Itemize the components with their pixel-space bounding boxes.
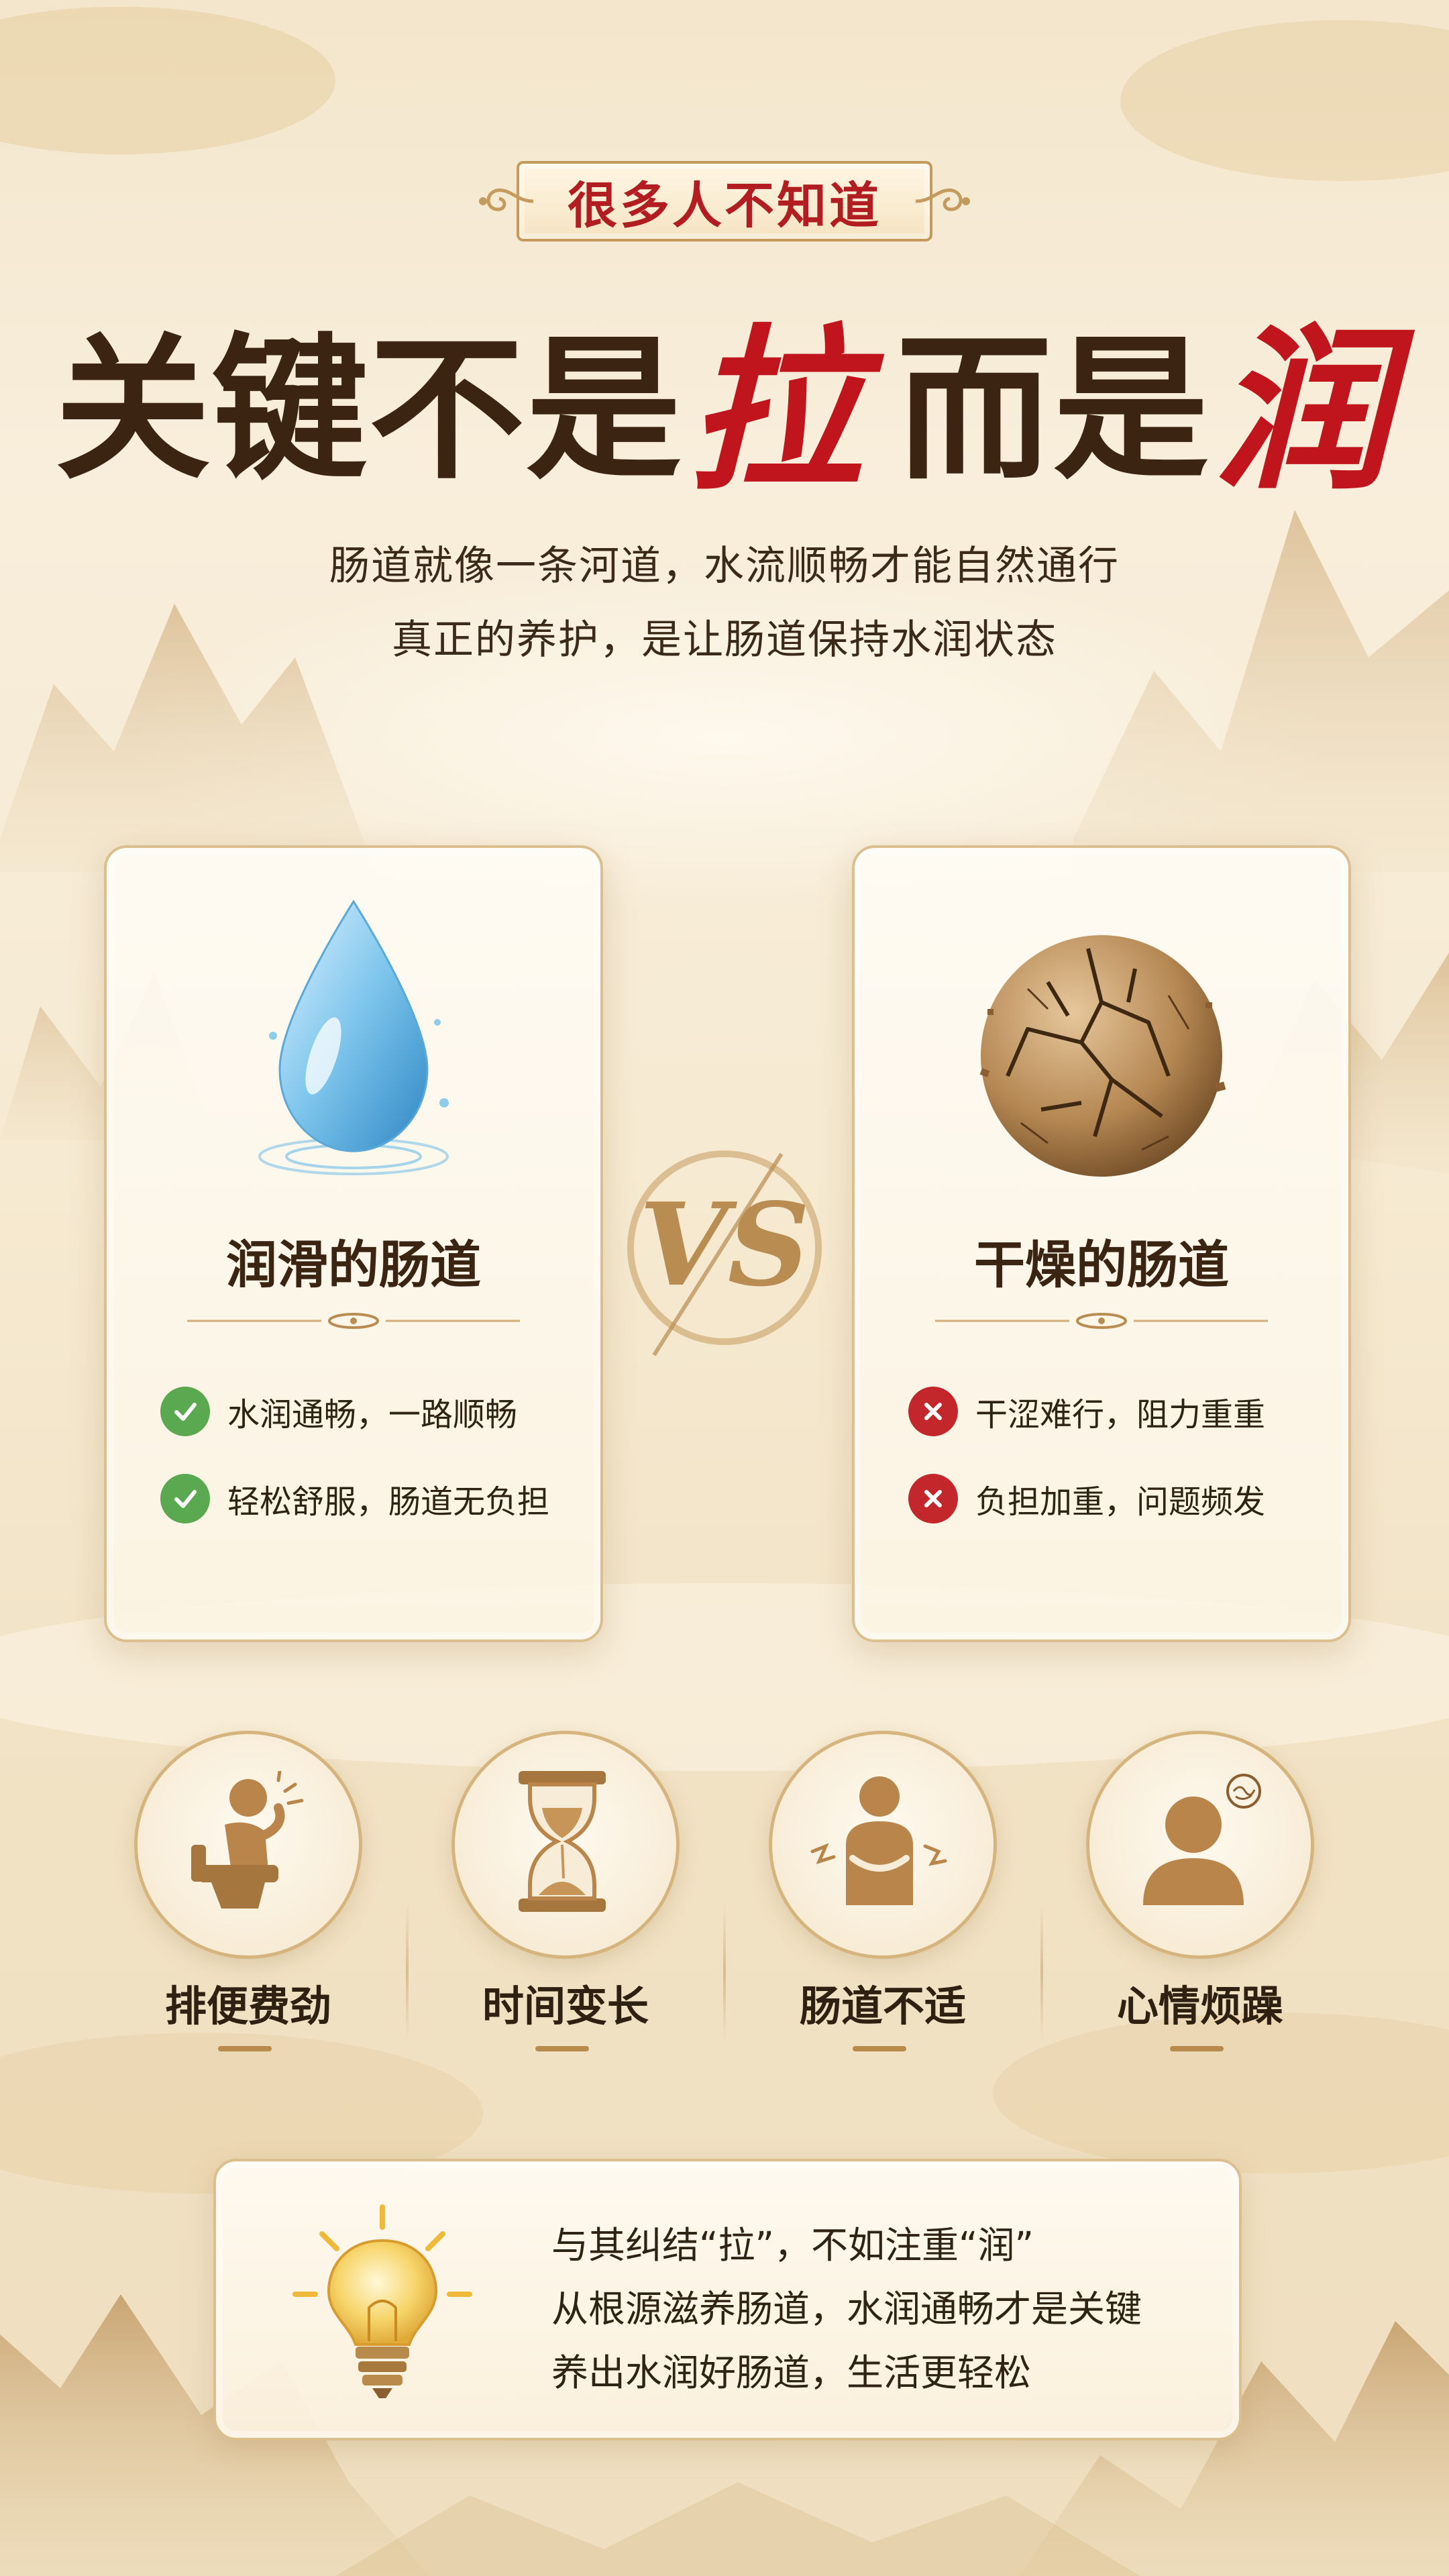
cross-icon <box>908 1474 958 1523</box>
left-point-1: 水润通畅，一路顺畅 <box>160 1385 517 1438</box>
right-point-1: 干涩难行，阻力重重 <box>908 1385 1265 1438</box>
toilet-person-icon <box>191 1771 304 1909</box>
symptom-difficult-bowel: 排便费劲 <box>134 1731 362 2066</box>
ornament-divider-icon <box>187 1313 520 1329</box>
tip-line-2: 从根源滋养肠道，水润通畅才是关键 <box>551 2288 1142 2330</box>
left-point-2-text: 轻松舒服，肠道无负担 <box>227 1483 550 1521</box>
headline-part1: 关键不是 <box>54 317 683 500</box>
check-icon <box>160 1387 210 1436</box>
symptom-irritable-mood: 心情烦躁 <box>1086 1731 1314 2066</box>
headline-highlight-pull: 拉 <box>687 307 863 514</box>
top-badge: 很多人不知道 <box>476 154 973 248</box>
subtitle-line1: 肠道就像一条河道，水流顺畅才能自然通行 <box>329 543 1120 590</box>
lubricated-intestine-card: 润滑的肠道 水润通畅，一路顺畅 轻松舒服，肠道无负担 <box>104 845 603 1642</box>
symptom-label: 排便费劲 <box>164 1982 331 2031</box>
tip-line-1: 与其纠结“拉”，不如注重“润” <box>551 2224 1034 2267</box>
left-point-1-text: 水润通畅，一路顺畅 <box>227 1396 518 1434</box>
symptom-longer-time: 时间变长 <box>451 1731 680 2066</box>
headline-part2: 而是 <box>896 317 1211 500</box>
symptom-label: 时间变长 <box>482 1982 649 2031</box>
tip-line-3: 养出水润好肠道，生活更轻松 <box>551 2351 1032 2394</box>
check-icon <box>160 1474 210 1523</box>
badge-text: 很多人不知道 <box>568 176 881 235</box>
light-bulb-icon <box>292 2204 472 2398</box>
main-headline: 关键不是 拉 而是 润 <box>0 295 1449 514</box>
cracked-ball-icon <box>979 935 1226 1177</box>
dry-intestine-card: 干燥的肠道 干涩难行，阻力重重 负担加重，问题频发 <box>852 845 1351 1642</box>
left-card-title: 润滑的肠道 <box>226 1235 481 1295</box>
irritated-person-icon <box>1143 1774 1261 1905</box>
left-point-2: 轻松舒服，肠道无负担 <box>160 1472 549 1525</box>
stomach-discomfort-icon <box>810 1776 947 1905</box>
symptom-intestine-discomfort: 肠道不适 <box>769 1731 997 2066</box>
right-point-1-text: 干涩难行，阻力重重 <box>975 1396 1266 1434</box>
symptom-label: 肠道不适 <box>799 1982 966 2031</box>
vs-emblem: VS <box>627 1150 822 1356</box>
headline-highlight-moist: 润 <box>1214 307 1391 514</box>
symptom-label: 心情烦躁 <box>1116 1982 1283 2031</box>
right-point-2: 负担加重，问题频发 <box>908 1472 1265 1525</box>
subtitle-line2: 真正的养护，是让肠道保持水润状态 <box>392 616 1057 663</box>
cross-icon <box>908 1387 958 1436</box>
right-point-2-text: 负担加重，问题频发 <box>975 1483 1266 1521</box>
hourglass-icon <box>519 1771 606 1912</box>
right-card-title: 干燥的肠道 <box>974 1235 1229 1295</box>
ornament-divider-icon <box>935 1313 1268 1329</box>
water-drop-icon <box>258 900 449 1175</box>
